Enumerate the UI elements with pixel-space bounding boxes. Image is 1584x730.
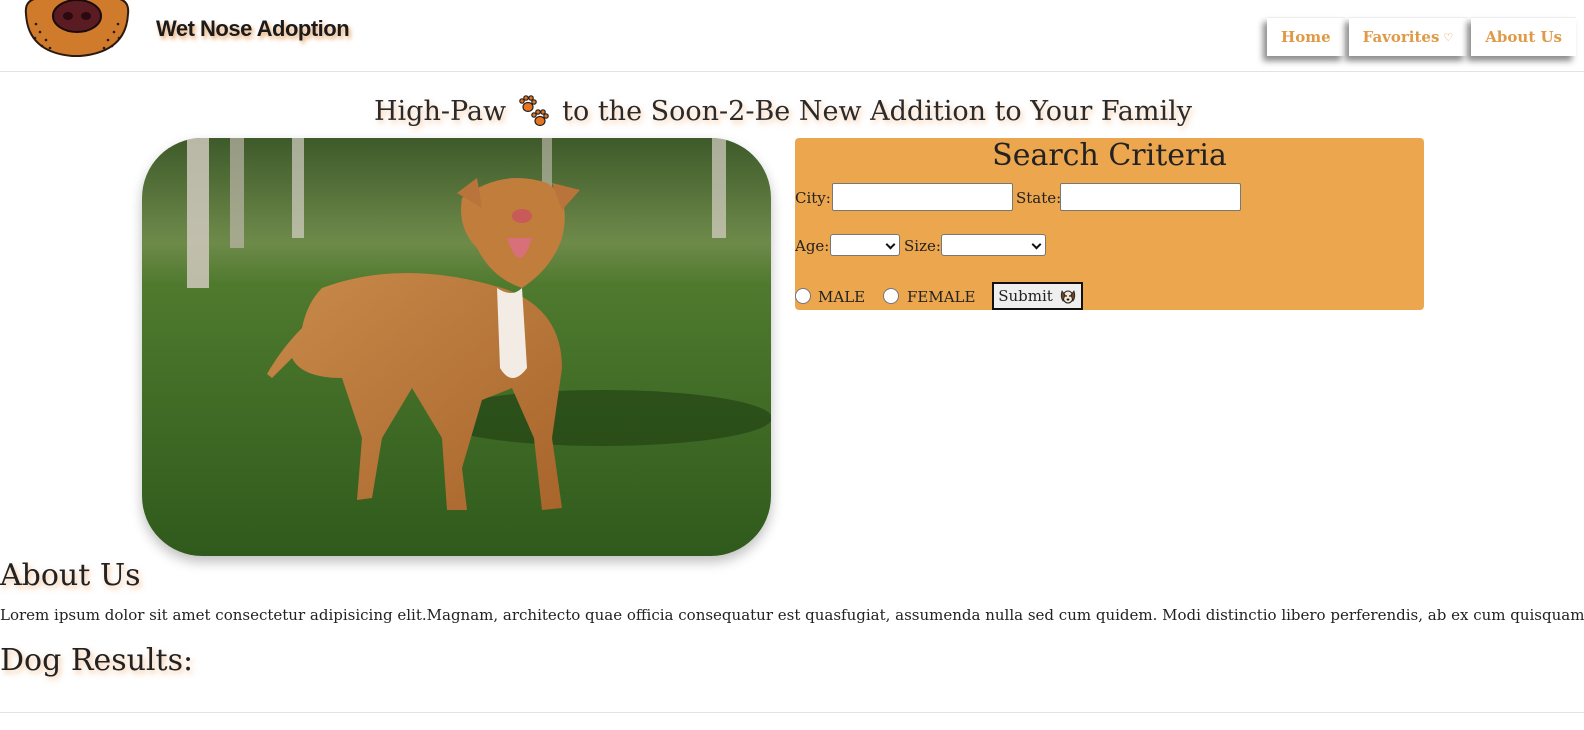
- main-nav: Home Favorites ♡ About Us: [1267, 17, 1576, 56]
- nav-home-label: Home: [1281, 28, 1331, 46]
- dog-face-icon: [1060, 290, 1075, 304]
- dog-photo: [142, 138, 771, 556]
- size-label: Size:: [904, 237, 941, 255]
- hero-title-right: to the Soon-2-Be New Addition to Your Fa…: [562, 95, 1192, 127]
- nav-home[interactable]: Home: [1267, 17, 1345, 56]
- search-title: Search Criteria: [992, 138, 1227, 173]
- nav-about-us[interactable]: About Us: [1471, 17, 1576, 56]
- submit-button[interactable]: Submit: [992, 282, 1083, 310]
- dog-photo-illustration: [142, 138, 771, 556]
- city-input[interactable]: [832, 183, 1013, 211]
- age-select[interactable]: [830, 234, 900, 256]
- results-heading: Dog Results:: [0, 643, 194, 678]
- hero-title: High-Paw to the Soon-2-Be New Addition t…: [0, 93, 1566, 129]
- state-input[interactable]: [1060, 183, 1241, 211]
- nav-favorites[interactable]: Favorites ♡: [1348, 17, 1468, 56]
- brand-name[interactable]: Wet Nose Adoption: [156, 16, 350, 42]
- site-header: Wet Nose Adoption Home Favorites ♡ About…: [0, 0, 1584, 72]
- hero-title-left: High-Paw: [374, 95, 507, 127]
- female-radio[interactable]: [883, 288, 899, 304]
- dog-nose-logo-icon[interactable]: [22, 0, 132, 60]
- male-radio[interactable]: [795, 288, 811, 304]
- size-select[interactable]: [941, 234, 1046, 256]
- about-heading: About Us: [0, 558, 141, 593]
- heart-icon: ♡: [1443, 30, 1454, 44]
- nav-favorites-label: Favorites: [1362, 28, 1440, 46]
- female-label: FEMALE: [907, 288, 976, 306]
- search-criteria-panel: Search Criteria City: State: Age: Size: …: [795, 138, 1424, 310]
- submit-label: Submit: [998, 287, 1053, 305]
- age-label: Age:: [795, 237, 830, 255]
- city-label: City:: [795, 189, 831, 207]
- male-label: MALE: [818, 288, 866, 306]
- divider: [0, 712, 1584, 713]
- nav-about-label: About Us: [1485, 28, 1562, 46]
- paw-prints-icon: [519, 95, 549, 127]
- state-label: State:: [1016, 189, 1062, 207]
- about-text: Lorem ipsum dolor sit amet consectetur a…: [0, 606, 1584, 624]
